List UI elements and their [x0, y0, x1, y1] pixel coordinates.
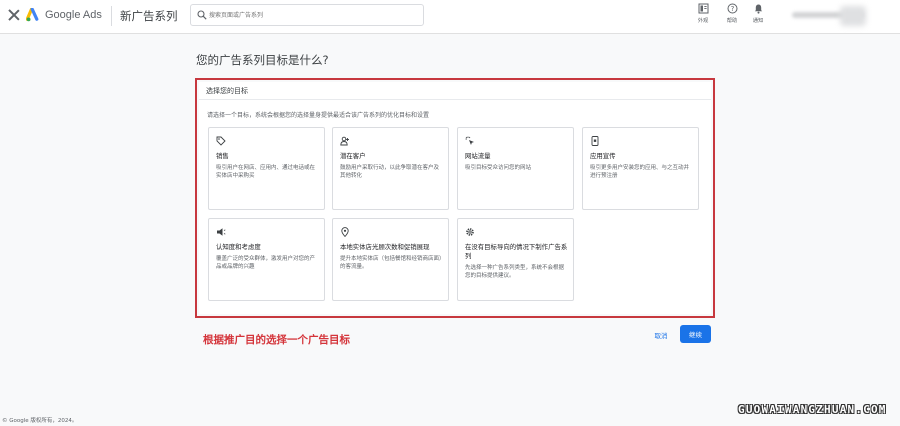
cancel-button[interactable]: 取消 [650, 327, 672, 343]
divider [111, 6, 112, 26]
help-icon: ? [727, 3, 737, 14]
goal-description: 覆盖广泛的受众群体，激发用户对您的产品或品牌的兴趣 [216, 256, 316, 270]
goal-card-sales[interactable]: 销售 吸引用户在网店、应用内、通过电话或在实体店中采购买 [208, 127, 325, 210]
goal-card-awareness[interactable]: 认知度和考虑度 覆盖广泛的受众群体，激发用户对您的产品或品牌的兴趣 [208, 218, 325, 301]
goal-description: 提升本地实体店（包括餐馆和经销商店面）的客流量。 [340, 256, 442, 270]
avatar[interactable] [840, 6, 866, 26]
top-bar: Google Ads 新广告系列 外观 ? 帮助 通知 [0, 0, 900, 34]
goal-title: 网站流量 [465, 152, 491, 160]
watermark: GUOWAIWANGZHUAN.COM [738, 403, 887, 416]
goal-title: 本地实体店光顾次数和促销展现 [340, 243, 430, 251]
phone-app-icon [591, 136, 599, 146]
svg-text:?: ? [730, 5, 734, 13]
users-icon [340, 136, 349, 146]
notifications-button[interactable]: 通知 [745, 3, 771, 31]
goal-card-no-goal[interactable]: 在没有目标导向的情况下制作广告系列 先选择一种广告系列类型，系统不会根据您的目标… [457, 218, 574, 301]
goal-title: 在没有目标导向的情况下制作广告系列 [465, 243, 568, 260]
panel-header: 选择您的目标 [199, 82, 711, 100]
continue-button[interactable]: 继续 [680, 325, 711, 343]
appearance-icon [698, 3, 708, 14]
goal-description: 吸引更多用户安装您的应用、与之互动并进行预注册 [590, 165, 690, 179]
goal-title: 应用宣传 [590, 152, 616, 160]
goal-title: 潜在客户 [340, 152, 366, 160]
goal-card-leads[interactable]: 潜在客户 鼓励用户采取行动，以此争取潜在客户及其他转化 [332, 127, 449, 210]
goal-title: 认知度和考虑度 [216, 243, 261, 251]
help-label: 帮助 [726, 18, 738, 24]
goal-description: 吸引目标受众访问您的网站 [465, 165, 532, 171]
goal-title: 销售 [216, 152, 229, 160]
search-bar[interactable] [190, 4, 424, 26]
google-ads-logo [26, 8, 39, 22]
cursor-click-icon [465, 136, 474, 145]
goal-description: 吸引用户在网店、应用内、通过电话或在实体店中采购买 [216, 165, 316, 179]
appearance-button[interactable]: 外观 [690, 3, 716, 31]
bell-icon [754, 4, 762, 14]
brand-name: Google Ads [45, 9, 102, 21]
search-input[interactable] [209, 7, 419, 23]
page-heading: 您的广告系列目标是什么? [196, 53, 329, 67]
copyright: © Google 版权所有，2024。 [2, 418, 78, 424]
goal-card-website-traffic[interactable]: 网站流量 吸引目标受众访问您的网站 [457, 127, 574, 210]
panel-description: 请选择一个目标，系统会根据您的选择量身提供最适合该广告系列的优化目标和设置 [207, 112, 430, 119]
megaphone-icon [217, 228, 226, 236]
notifications-label: 通知 [752, 18, 764, 24]
help-button[interactable]: ? 帮助 [719, 3, 745, 31]
page-title: 新广告系列 [120, 9, 178, 23]
location-pin-icon [341, 227, 349, 237]
panel-title: 选择您的目标 [206, 87, 248, 95]
gear-icon [466, 228, 474, 236]
goal-card-app-promotion[interactable]: 应用宣传 吸引更多用户安装您的应用、与之互动并进行预注册 [582, 127, 699, 210]
goal-description: 鼓励用户采取行动，以此争取潜在客户及其他转化 [340, 165, 440, 179]
appearance-label: 外观 [697, 18, 709, 24]
search-icon [197, 10, 207, 20]
goal-card-local-store[interactable]: 本地实体店光顾次数和促销展现 提升本地实体店（包括餐馆和经销商店面）的客流量。 [332, 218, 449, 301]
close-icon[interactable] [7, 8, 21, 22]
annotation-text: 根据推广目的选择一个广告目标 [203, 334, 350, 346]
goal-panel: 选择您的目标 请选择一个目标，系统会根据您的选择量身提供最适合该广告系列的优化目… [199, 82, 711, 314]
tag-icon [216, 136, 226, 146]
goal-description: 先选择一种广告系列类型，系统不会根据您的目标提供建议。 [465, 265, 565, 279]
